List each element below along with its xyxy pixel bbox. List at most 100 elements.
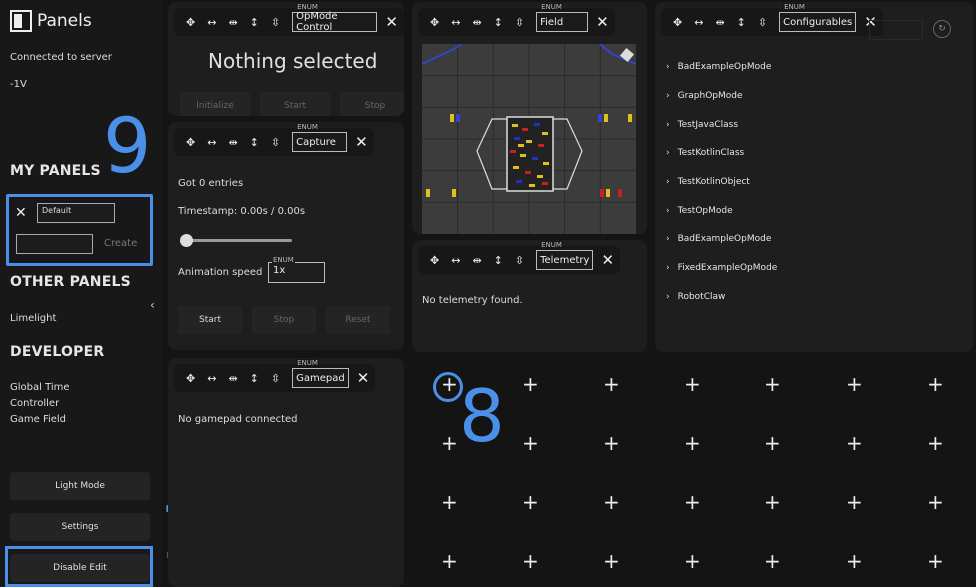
add-panel-plus-icon[interactable]: + (684, 374, 701, 394)
add-panel-plus-icon[interactable]: + (603, 551, 620, 571)
move-icon[interactable]: ✥ (186, 372, 195, 385)
expand-horizontal-icon[interactable]: ↔ (451, 254, 460, 267)
panel-type-value[interactable]: Field (536, 12, 589, 32)
shrink-horizontal-icon[interactable]: ⇹ (228, 372, 237, 385)
add-panel-plus-icon[interactable]: + (684, 551, 701, 571)
add-panel-plus-icon[interactable]: + (927, 551, 944, 571)
move-icon[interactable]: ✥ (673, 16, 682, 29)
delete-panel-close-icon[interactable]: ✕ (15, 205, 27, 221)
expand-horizontal-icon[interactable]: ↔ (451, 16, 460, 29)
refresh-icon[interactable]: ↻ (933, 20, 951, 38)
expand-horizontal-icon[interactable]: ↔ (207, 372, 216, 385)
configurable-item[interactable]: › TestKotlinObject (666, 177, 750, 187)
expand-vertical-icon[interactable]: ↕ (494, 254, 503, 267)
panel-type-select[interactable]: ENUM Capture (292, 123, 348, 152)
panel-type-select[interactable]: ENUM Configurables (779, 3, 857, 32)
add-panel-plus-icon[interactable]: + (441, 492, 458, 512)
add-panel-plus-icon[interactable]: + (684, 492, 701, 512)
close-panel-icon[interactable]: ✕ (385, 13, 398, 31)
add-panel-plus-icon[interactable]: + (441, 551, 458, 571)
close-panel-icon[interactable]: ✕ (357, 369, 370, 387)
create-panel-button[interactable]: Create (104, 238, 137, 249)
close-panel-icon[interactable]: ✕ (601, 251, 614, 269)
capture-slider-knob[interactable] (180, 234, 193, 247)
shrink-vertical-icon[interactable]: ⇳ (271, 136, 280, 149)
panel-type-value[interactable]: Capture (292, 132, 348, 152)
add-panel-plus-icon[interactable]: + (522, 492, 539, 512)
start-button[interactable]: Start (260, 92, 330, 116)
sidebar-item-game-field[interactable]: Game Field (10, 414, 66, 425)
panel-type-value[interactable]: OpMode Control (292, 11, 378, 33)
capture-stop-button[interactable]: Stop (252, 306, 316, 334)
move-icon[interactable]: ✥ (186, 16, 195, 29)
expand-vertical-icon[interactable]: ↕ (250, 16, 259, 29)
initialize-button[interactable]: Initialize (180, 92, 250, 116)
expand-vertical-icon[interactable]: ↕ (737, 16, 746, 29)
add-panel-plus-icon[interactable]: + (522, 551, 539, 571)
add-panel-plus-icon[interactable]: + (603, 492, 620, 512)
panel-type-select[interactable]: ENUM Telemetry (536, 241, 594, 270)
configurable-item[interactable]: › TestKotlinClass (666, 148, 744, 158)
close-panel-icon[interactable]: ✕ (355, 133, 368, 151)
add-panel-plus-icon[interactable]: + (441, 374, 458, 394)
stop-button[interactable]: Stop (340, 92, 404, 116)
move-icon[interactable]: ✥ (430, 254, 439, 267)
capture-start-button[interactable]: Start (178, 306, 242, 334)
shrink-horizontal-icon[interactable]: ⇹ (228, 16, 237, 29)
shrink-vertical-icon[interactable]: ⇳ (758, 16, 767, 29)
add-panel-plus-icon[interactable]: + (522, 374, 539, 394)
add-panel-plus-icon[interactable]: + (927, 492, 944, 512)
shrink-vertical-icon[interactable]: ⇳ (271, 16, 280, 29)
configurable-item[interactable]: › GraphOpMode (666, 91, 743, 101)
configurable-item[interactable]: › BadExampleOpMode (666, 62, 771, 72)
expand-vertical-icon[interactable]: ↕ (250, 372, 259, 385)
configurable-item[interactable]: › TestJavaClass (666, 120, 738, 130)
add-panel-plus-icon[interactable]: + (764, 551, 781, 571)
shrink-horizontal-icon[interactable]: ⇹ (228, 136, 237, 149)
expand-horizontal-icon[interactable]: ↔ (694, 16, 703, 29)
add-panel-plus-icon[interactable]: + (603, 433, 620, 453)
shrink-horizontal-icon[interactable]: ⇹ (472, 16, 481, 29)
add-panel-plus-icon[interactable]: + (846, 492, 863, 512)
panel-type-select[interactable]: ENUM Gamepad (292, 359, 349, 388)
configurable-item[interactable]: › TestOpMode (666, 206, 733, 216)
add-panel-plus-icon[interactable]: + (846, 433, 863, 453)
panel-type-value[interactable]: Gamepad (292, 368, 349, 388)
new-panel-name-input[interactable] (16, 234, 93, 254)
settings-button[interactable]: Settings (10, 513, 150, 541)
close-panel-icon[interactable]: ✕ (596, 13, 609, 31)
add-panel-plus-icon[interactable]: + (684, 433, 701, 453)
add-panel-plus-icon[interactable]: + (522, 433, 539, 453)
configurables-search-input[interactable] (869, 20, 923, 40)
shrink-vertical-icon[interactable]: ⇳ (515, 16, 524, 29)
add-panel-plus-icon[interactable]: + (846, 551, 863, 571)
panel-type-select[interactable]: ENUM OpMode Control (292, 3, 378, 33)
add-panel-plus-icon[interactable]: + (603, 374, 620, 394)
shrink-vertical-icon[interactable]: ⇳ (515, 254, 524, 267)
light-mode-button[interactable]: Light Mode (10, 472, 150, 500)
configurable-item[interactable]: › RobotClaw (666, 292, 725, 302)
configurable-item[interactable]: › FixedExampleOpMode (666, 263, 777, 273)
add-panel-plus-icon[interactable]: + (441, 433, 458, 453)
add-panel-plus-icon[interactable]: + (764, 374, 781, 394)
add-panel-plus-icon[interactable]: + (764, 433, 781, 453)
expand-vertical-icon[interactable]: ↕ (494, 16, 503, 29)
add-panel-plus-icon[interactable]: + (927, 433, 944, 453)
shrink-horizontal-icon[interactable]: ⇹ (472, 254, 481, 267)
panel-type-value[interactable]: Telemetry (536, 250, 594, 270)
animation-speed-select[interactable]: ENUM 1x (268, 256, 325, 283)
sidebar-item-global-time[interactable]: Global Time (10, 382, 70, 393)
animation-speed-value[interactable]: 1x (268, 262, 325, 283)
panel-type-select[interactable]: ENUM Field (536, 3, 589, 32)
add-panel-plus-icon[interactable]: + (764, 492, 781, 512)
expand-horizontal-icon[interactable]: ↔ (207, 136, 216, 149)
move-icon[interactable]: ✥ (430, 16, 439, 29)
panel-type-value[interactable]: Configurables (779, 12, 857, 32)
move-icon[interactable]: ✥ (186, 136, 195, 149)
panel-name-field[interactable]: Default (37, 203, 115, 223)
expand-horizontal-icon[interactable]: ↔ (207, 16, 216, 29)
configurable-item[interactable]: › BadExampleOpMode (666, 234, 771, 244)
sidebar-item-controller[interactable]: Controller (10, 398, 59, 409)
sidebar-item-limelight[interactable]: Limelight (10, 313, 56, 324)
collapse-sidebar-chevron-icon[interactable]: ‹ (150, 298, 155, 312)
